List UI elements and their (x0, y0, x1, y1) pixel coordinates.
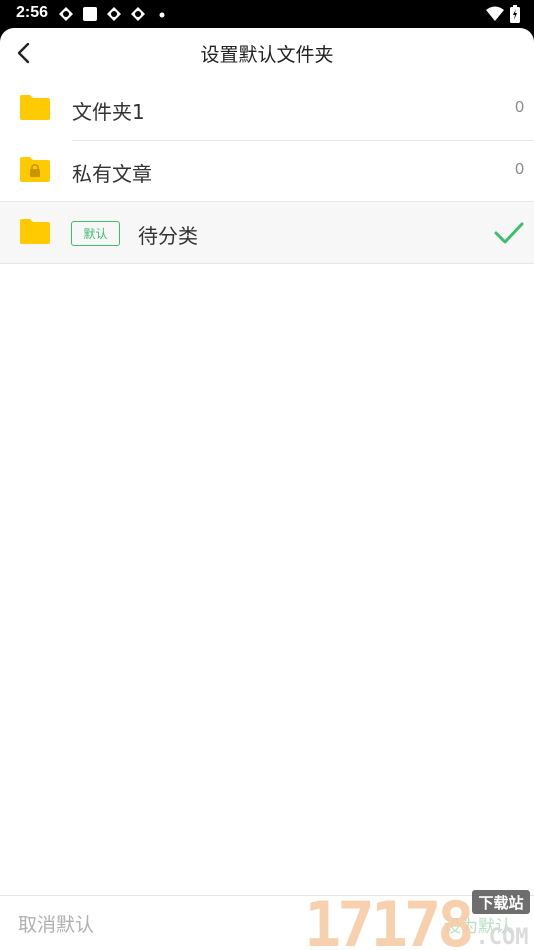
folder-row[interactable]: 私有文章 0 (0, 140, 534, 202)
folder-list: 文件夹1 0 私有文章 0 默认 待分类 (0, 78, 534, 264)
folder-count: 0 (515, 161, 524, 178)
bottom-bar: 取消默认 设为默认 (0, 895, 534, 950)
page-title: 设置默认文件夹 (200, 44, 334, 66)
folder-icon (20, 219, 50, 244)
folder-row[interactable]: 文件夹1 0 (0, 78, 534, 141)
folder-picker-sheet: 设置默认文件夹 文件夹1 0 私有文章 0 默认 待分类 取消默认 设为默认 (0, 28, 534, 950)
folder-count: 0 (515, 99, 524, 116)
folder-name: 待分类 (138, 224, 198, 248)
notification-icon (131, 7, 145, 21)
check-icon (494, 222, 524, 244)
folder-name: 文件夹1 (72, 100, 145, 124)
default-badge: 默认 (71, 221, 120, 246)
status-icons-right (486, 5, 520, 23)
notification-icon (107, 7, 121, 21)
wifi-icon (486, 6, 504, 21)
notification-icon (83, 7, 97, 21)
folder-icon (20, 95, 50, 120)
locked-folder-icon (20, 157, 50, 182)
status-icons-left (58, 6, 170, 22)
set-default-button[interactable]: 设为默认 (444, 912, 512, 937)
cancel-default-button[interactable]: 取消默认 (18, 910, 94, 937)
dot-icon (159, 12, 165, 18)
folder-name: 私有文章 (72, 162, 152, 186)
status-time: 2:56 (16, 4, 49, 21)
battery-icon (510, 5, 520, 23)
folder-row-selected[interactable]: 默认 待分类 (0, 202, 534, 264)
status-bar: 2:56 (0, 0, 534, 28)
header: 设置默认文件夹 (0, 28, 534, 78)
notification-icon (59, 7, 73, 21)
